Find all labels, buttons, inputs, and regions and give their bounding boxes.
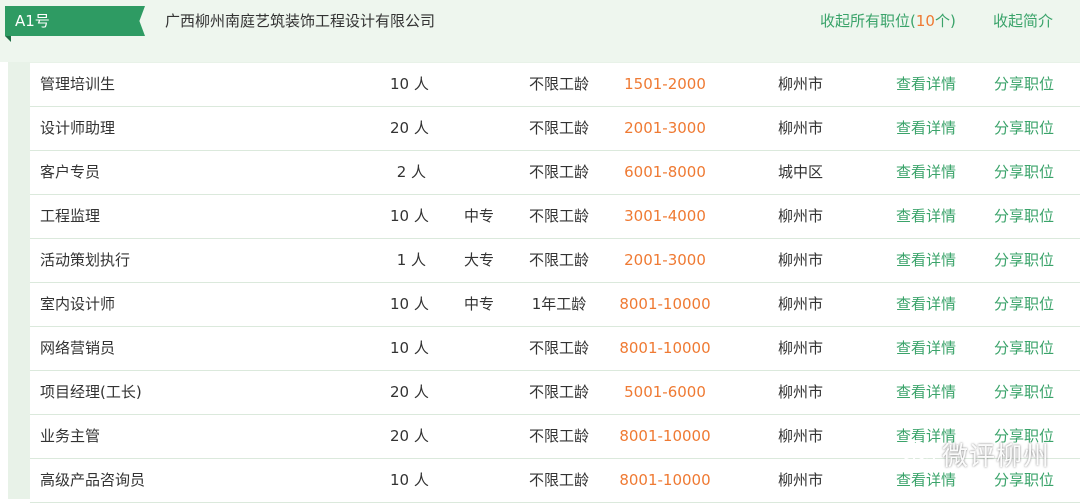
- job-title: 高级产品咨询员: [40, 471, 146, 489]
- salary: 8001-10000: [619, 471, 711, 489]
- company-header: A1号 广西柳州南庭艺筑装饰工程设计有限公司 收起所有职位(10个) 收起简介: [0, 0, 1080, 62]
- experience: 1年工龄: [531, 295, 587, 313]
- headcount: 20 人: [390, 119, 429, 137]
- table-row: 室内设计师 10 人 中专 1年工龄 8001-10000 柳州市 查看详情 分…: [30, 283, 1080, 327]
- headcount: 1 人: [396, 251, 426, 269]
- salary: 5001-6000: [624, 383, 706, 401]
- view-details-link[interactable]: 查看详情: [896, 239, 956, 282]
- booth-tag-fold: [5, 36, 11, 42]
- salary: 8001-10000: [619, 295, 711, 313]
- location: 柳州市: [778, 75, 824, 93]
- experience: 不限工龄: [528, 471, 589, 489]
- table-row: 项目经理(工长) 20 人 不限工龄 5001-6000 柳州市 查看详情 分享…: [30, 371, 1080, 415]
- headcount: 2 人: [396, 163, 426, 181]
- job-title: 网络营销员: [40, 339, 116, 357]
- table-row: 设计师助理 20 人 不限工龄 2001-3000 柳州市 查看详情 分享职位: [30, 107, 1080, 151]
- headcount: 10 人: [390, 339, 429, 357]
- view-details-link[interactable]: 查看详情: [896, 107, 956, 150]
- share-job-link[interactable]: 分享职位: [994, 239, 1054, 282]
- job-title: 项目经理(工长): [40, 383, 142, 401]
- collapse-intro-link[interactable]: 收起简介: [993, 10, 1053, 31]
- experience: 不限工龄: [528, 251, 589, 269]
- view-details-link[interactable]: 查看详情: [896, 195, 956, 238]
- education: 中专: [464, 207, 495, 225]
- experience: 不限工龄: [528, 207, 589, 225]
- headcount: 10 人: [390, 75, 429, 93]
- booth-tag: A1号: [5, 6, 145, 36]
- salary: 8001-10000: [619, 339, 711, 357]
- share-job-link[interactable]: 分享职位: [994, 151, 1054, 194]
- job-title: 设计师助理: [40, 119, 116, 137]
- job-count: 10: [915, 12, 935, 30]
- share-job-link[interactable]: 分享职位: [994, 63, 1054, 106]
- collapse-suffix: 个): [934, 12, 956, 30]
- location: 柳州市: [778, 251, 824, 269]
- job-title: 管理培训生: [40, 75, 116, 93]
- location: 柳州市: [778, 471, 824, 489]
- salary: 6001-8000: [624, 163, 706, 181]
- wechat-icon: [901, 440, 935, 467]
- view-details-link[interactable]: 查看详情: [896, 283, 956, 326]
- experience: 不限工龄: [528, 75, 589, 93]
- location: 柳州市: [778, 339, 824, 357]
- share-job-link[interactable]: 分享职位: [994, 371, 1054, 414]
- job-title: 室内设计师: [40, 295, 116, 313]
- watermark: 微评柳州: [900, 436, 1050, 472]
- table-row: 网络营销员 10 人 不限工龄 8001-10000 柳州市 查看详情 分享职位: [30, 327, 1080, 371]
- table-row: 管理培训生 10 人 不限工龄 1501-2000 柳州市 查看详情 分享职位: [30, 63, 1080, 107]
- headcount: 10 人: [390, 207, 429, 225]
- view-details-link[interactable]: 查看详情: [896, 151, 956, 194]
- salary: 2001-3000: [624, 251, 706, 269]
- headcount: 20 人: [390, 383, 429, 401]
- location: 柳州市: [778, 295, 824, 313]
- collapse-all-jobs-link[interactable]: 收起所有职位(10个): [820, 10, 956, 31]
- experience: 不限工龄: [528, 383, 589, 401]
- experience: 不限工龄: [528, 339, 589, 357]
- share-job-link[interactable]: 分享职位: [994, 283, 1054, 326]
- education: 大专: [464, 251, 495, 269]
- salary: 2001-3000: [624, 119, 706, 137]
- table-row: 工程监理 10 人 中专 不限工龄 3001-4000 柳州市 查看详情 分享职…: [30, 195, 1080, 239]
- headcount: 10 人: [390, 295, 429, 313]
- collapse-prefix: 收起所有职位(: [820, 12, 916, 30]
- job-title: 工程监理: [40, 207, 101, 225]
- location: 柳州市: [778, 207, 824, 225]
- location: 柳州市: [778, 427, 824, 445]
- share-job-link[interactable]: 分享职位: [994, 195, 1054, 238]
- job-title: 业务主管: [40, 427, 101, 445]
- salary: 3001-4000: [624, 207, 706, 225]
- job-title: 活动策划执行: [40, 251, 131, 269]
- experience: 不限工龄: [528, 119, 589, 137]
- experience: 不限工龄: [528, 163, 589, 181]
- location: 城中区: [778, 163, 824, 181]
- share-job-link[interactable]: 分享职位: [994, 327, 1054, 370]
- location: 柳州市: [778, 383, 824, 401]
- headcount: 20 人: [390, 427, 429, 445]
- company-name: 广西柳州南庭艺筑装饰工程设计有限公司: [165, 12, 436, 30]
- headcount: 10 人: [390, 471, 429, 489]
- share-job-link[interactable]: 分享职位: [994, 107, 1054, 150]
- experience: 不限工龄: [528, 427, 589, 445]
- table-row: 客户专员 2 人 不限工龄 6001-8000 城中区 查看详情 分享职位: [30, 151, 1080, 195]
- view-details-link[interactable]: 查看详情: [896, 327, 956, 370]
- location: 柳州市: [778, 119, 824, 137]
- table-row: 活动策划执行 1 人 大专 不限工龄 2001-3000 柳州市 查看详情 分享…: [30, 239, 1080, 283]
- salary: 8001-10000: [619, 427, 711, 445]
- salary: 1501-2000: [624, 75, 706, 93]
- watermark-text: 微评柳州: [942, 441, 1051, 472]
- job-title: 客户专员: [40, 163, 101, 181]
- view-details-link[interactable]: 查看详情: [896, 371, 956, 414]
- education: 中专: [464, 295, 495, 313]
- view-details-link[interactable]: 查看详情: [896, 63, 956, 106]
